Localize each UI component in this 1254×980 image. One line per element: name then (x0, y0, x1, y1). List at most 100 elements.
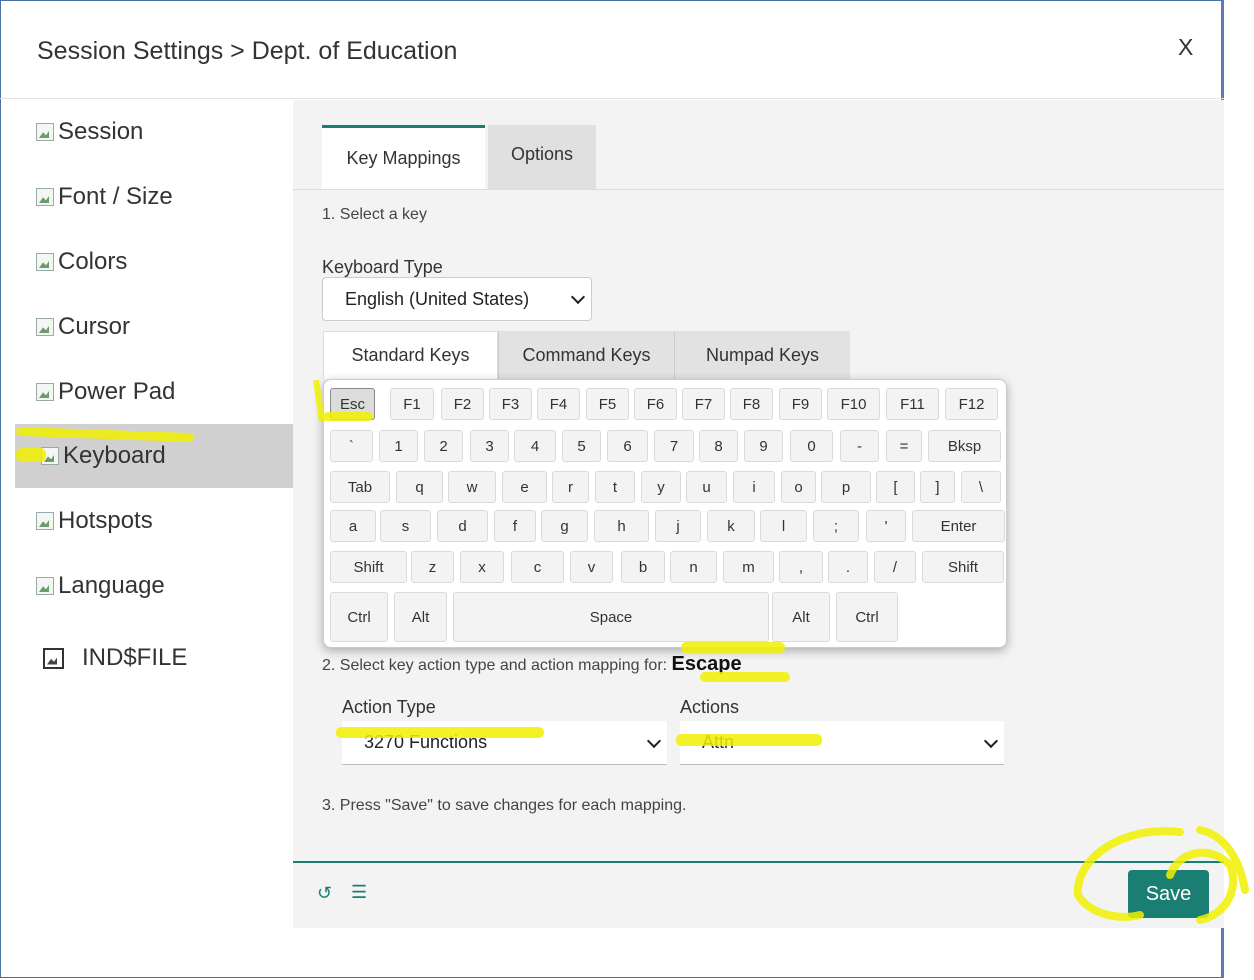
key-9[interactable]: 9 (744, 430, 783, 462)
key-f2[interactable]: F2 (441, 388, 484, 420)
key-e[interactable]: e (502, 471, 547, 503)
tab-command-keys[interactable]: Command Keys (498, 331, 674, 379)
key-ctrl[interactable]: Ctrl (330, 592, 388, 642)
key-u[interactable]: u (686, 471, 727, 503)
action-type-value: 3270 Functions (364, 732, 488, 752)
tab-numpad-keys[interactable]: Numpad Keys (674, 331, 850, 379)
key-f7[interactable]: F7 (682, 388, 725, 420)
key-a[interactable]: a (330, 510, 376, 542)
close-button[interactable]: X (1178, 34, 1193, 61)
keyboard-type-label: Keyboard Type (322, 257, 443, 277)
key-c96[interactable]: ` (330, 430, 373, 462)
key-l[interactable]: l (760, 510, 807, 542)
key-4[interactable]: 4 (514, 430, 556, 462)
key-bksp[interactable]: Bksp (928, 430, 1001, 462)
key-c[interactable]: c (511, 551, 564, 583)
key-f4[interactable]: F4 (537, 388, 580, 420)
sidebar-item-cursor[interactable]: Cursor (15, 295, 293, 359)
settings-panel: Key Mappings Options 1. Select a key Key… (293, 100, 1224, 926)
key-h[interactable]: h (594, 510, 649, 542)
key-y[interactable]: y (641, 471, 681, 503)
sidebar-item-hotspots[interactable]: Hotspots (15, 489, 293, 553)
key-f6[interactable]: F6 (634, 388, 677, 420)
list-icon[interactable]: ☰ (351, 882, 367, 903)
key-c44[interactable]: , (779, 551, 823, 583)
sidebar-item-font-size[interactable]: Font / Size (15, 165, 293, 229)
key-3[interactable]: 3 (470, 430, 509, 462)
key-c45[interactable]: - (840, 430, 879, 462)
key-m[interactable]: m (723, 551, 774, 583)
reset-icon[interactable]: ↺ (317, 883, 332, 904)
sidebar-item-session[interactable]: Session (15, 100, 293, 164)
key-w[interactable]: w (448, 471, 496, 503)
key-space[interactable]: Space (453, 592, 769, 642)
key-b[interactable]: b (621, 551, 665, 583)
key-alt[interactable]: Alt (394, 592, 447, 642)
key-f5[interactable]: F5 (586, 388, 629, 420)
key-1[interactable]: 1 (379, 430, 418, 462)
sidebar-item-power-pad[interactable]: Power Pad (15, 360, 293, 424)
key-0[interactable]: 0 (790, 430, 833, 462)
sidebar-item-label: Colors (58, 248, 128, 275)
key-c59[interactable]: ; (813, 510, 859, 542)
keyboard-type-select[interactable]: English (United States) (322, 277, 592, 321)
key-p[interactable]: p (821, 471, 871, 503)
key-esc[interactable]: Esc (330, 388, 375, 420)
key-i[interactable]: i (733, 471, 775, 503)
tab-standard-keys[interactable]: Standard Keys (323, 331, 498, 379)
key-x[interactable]: x (460, 551, 504, 583)
key-f3[interactable]: F3 (489, 388, 532, 420)
key-ctrl[interactable]: Ctrl (836, 592, 898, 642)
action-type-label: Action Type (342, 697, 436, 717)
tab-key-mappings[interactable]: Key Mappings (322, 125, 485, 189)
key-f1[interactable]: F1 (390, 388, 434, 420)
key-c91[interactable]: [ (876, 471, 915, 503)
sidebar-item-indfile[interactable]: IND$FILE (15, 626, 293, 690)
tab-options[interactable]: Options (488, 125, 596, 189)
image-icon (36, 318, 54, 336)
key-6[interactable]: 6 (607, 430, 648, 462)
key-t[interactable]: t (595, 471, 635, 503)
key-shift[interactable]: Shift (330, 551, 407, 583)
key-f[interactable]: f (494, 510, 536, 542)
key-tab[interactable]: Tab (330, 471, 390, 503)
key-z[interactable]: z (411, 551, 454, 583)
key-f8[interactable]: F8 (730, 388, 773, 420)
key-f10[interactable]: F10 (827, 388, 880, 420)
key-c46[interactable]: . (828, 551, 868, 583)
key-q[interactable]: q (396, 471, 443, 503)
key-n[interactable]: n (670, 551, 717, 583)
key-f9[interactable]: F9 (779, 388, 822, 420)
sidebar-item-label: Language (58, 572, 165, 599)
key-f12[interactable]: F12 (945, 388, 998, 420)
key-f11[interactable]: F11 (886, 388, 939, 420)
sidebar-item-language[interactable]: Language (15, 554, 293, 618)
key-v[interactable]: v (570, 551, 613, 583)
key-d[interactable]: d (437, 510, 488, 542)
key-shift[interactable]: Shift (922, 551, 1004, 583)
key-8[interactable]: 8 (699, 430, 738, 462)
actions-select[interactable]: Attn (680, 721, 1004, 765)
key-s[interactable]: s (380, 510, 431, 542)
key-c47[interactable]: / (874, 551, 916, 583)
save-button[interactable]: Save (1128, 870, 1209, 918)
key-c92[interactable]: \ (961, 471, 1001, 503)
key-5[interactable]: 5 (562, 430, 601, 462)
key-7[interactable]: 7 (654, 430, 694, 462)
key-alt[interactable]: Alt (772, 592, 830, 642)
key-c93[interactable]: ] (920, 471, 955, 503)
key-2[interactable]: 2 (424, 430, 463, 462)
key-g[interactable]: g (541, 510, 588, 542)
step2-prefix: 2. Select key action type and action map… (322, 657, 668, 674)
key-c61[interactable]: = (886, 430, 922, 462)
sidebar-item-keyboard[interactable]: Keyboard (15, 424, 293, 488)
sidebar-item-colors[interactable]: Colors (15, 230, 293, 294)
key-r[interactable]: r (552, 471, 589, 503)
action-type-select[interactable]: 3270 Functions (342, 721, 667, 765)
key-o[interactable]: o (781, 471, 816, 503)
key-c39[interactable]: ' (866, 510, 906, 542)
actions-value: Attn (702, 732, 735, 752)
key-k[interactable]: k (707, 510, 755, 542)
key-enter[interactable]: Enter (912, 510, 1005, 542)
key-j[interactable]: j (655, 510, 701, 542)
